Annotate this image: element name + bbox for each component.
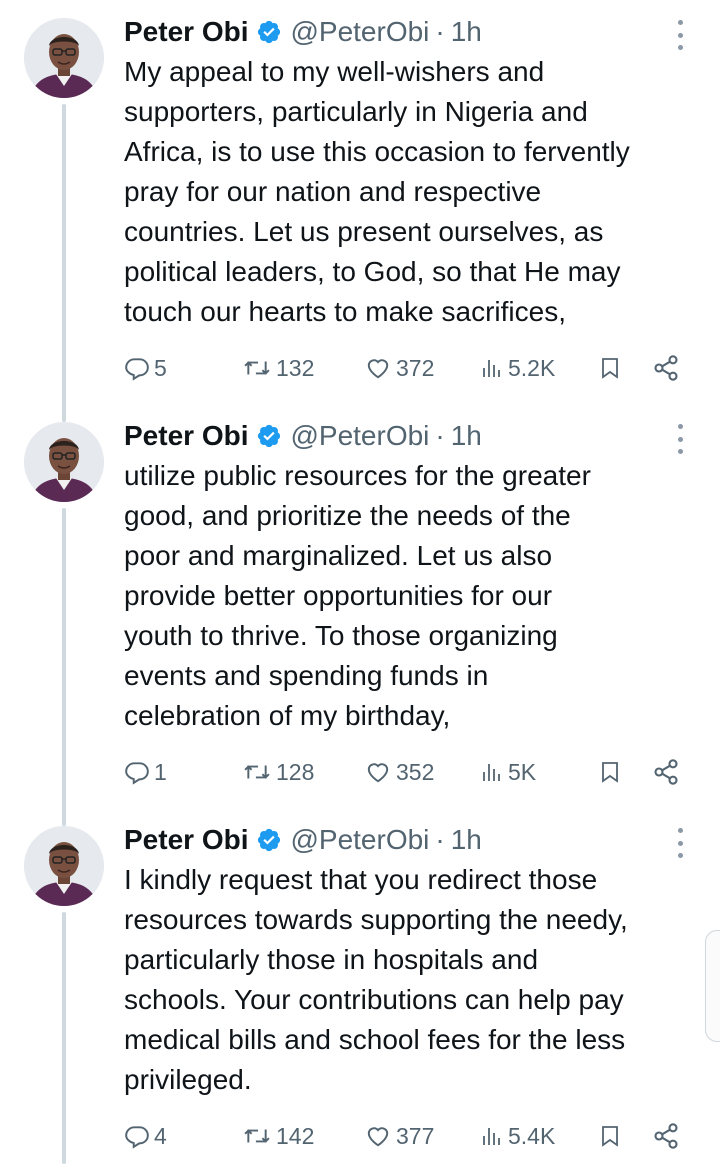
views-button[interactable]: 5K [480,752,536,792]
more-icon[interactable] [670,828,690,858]
views-icon [483,764,500,781]
reply-button[interactable]: 5 [124,348,167,388]
share-icon [654,355,678,381]
profile-photo-icon [24,826,104,906]
share-button[interactable] [652,752,684,792]
verified-badge-icon [256,19,282,45]
avatar[interactable] [24,826,104,906]
author-handle[interactable]: @PeterObi [290,420,429,452]
repost-count: 128 [276,758,315,785]
separator-dot: · [435,16,445,47]
bookmark-icon [602,762,618,783]
reply-icon [125,762,149,785]
repost-count: 132 [276,354,315,381]
verified-badge-icon [256,423,282,449]
reply-icon [125,1126,149,1149]
tweet-1[interactable]: Peter Obi @PeterObi · 1h My appeal to my… [0,12,720,412]
tweet-actions: 5 132 372 5.2K [124,348,684,388]
views-icon [483,1128,500,1145]
author-name[interactable]: Peter Obi [124,16,248,48]
tweet-3[interactable]: Peter Obi @PeterObi · 1h I kindly reques… [0,820,720,1164]
author-name[interactable]: Peter Obi [124,824,248,856]
bookmark-icon [602,1126,618,1147]
timestamp[interactable]: 1h [451,420,482,452]
separator-dot: · [435,824,445,855]
repost-icon [244,1129,270,1143]
views-icon [483,360,500,377]
share-icon [654,759,678,785]
share-button[interactable] [652,1116,684,1156]
tweet-header: Peter Obi @PeterObi · 1h [124,416,482,456]
avatar[interactable] [24,422,104,502]
bookmark-button[interactable] [598,1116,626,1156]
separator-dot: · [435,420,445,451]
like-count: 372 [396,354,435,381]
tweet-text: utilize public resources for the greater… [124,460,591,731]
reply-count: 4 [154,1122,167,1149]
reply-count: 5 [154,354,167,381]
reply-button[interactable]: 1 [124,752,167,792]
tweet-2[interactable]: Peter Obi @PeterObi · 1h utilize public … [0,416,720,816]
repost-button[interactable]: 128 [242,752,314,792]
scroll-handle[interactable] [705,930,720,1042]
more-icon[interactable] [670,424,690,454]
like-button[interactable]: 372 [364,348,434,388]
tweet-actions: 1 128 352 5K [124,752,684,792]
repost-button[interactable]: 132 [242,348,314,388]
tweet-text: My appeal to my well-wishers and support… [124,56,630,327]
repost-icon [244,765,270,779]
more-icon[interactable] [670,20,690,50]
profile-photo-icon [24,422,104,502]
timestamp[interactable]: 1h [451,824,482,856]
heart-icon [367,763,389,783]
share-button[interactable] [652,348,684,388]
share-icon [654,1123,678,1149]
tweet-header: Peter Obi @PeterObi · 1h [124,12,482,52]
author-name[interactable]: Peter Obi [124,420,248,452]
like-button[interactable]: 377 [364,1116,434,1156]
timestamp[interactable]: 1h [451,16,482,48]
reply-count: 1 [154,758,167,785]
views-count: 5K [508,758,537,785]
tweet-text: I kindly request that you redirect those… [124,864,628,1095]
bookmark-icon [602,358,618,379]
tweet-actions: 4 142 377 5.4K [124,1116,684,1156]
views-button[interactable]: 5.2K [480,348,555,388]
repost-icon [244,361,270,375]
verified-badge-icon [256,827,282,853]
author-handle[interactable]: @PeterObi [290,16,429,48]
like-button[interactable]: 352 [364,752,434,792]
bookmark-button[interactable] [598,752,626,792]
views-count: 5.2K [508,354,556,381]
author-handle[interactable]: @PeterObi [290,824,429,856]
heart-icon [367,1127,389,1147]
views-button[interactable]: 5.4K [480,1116,555,1156]
views-count: 5.4K [508,1122,556,1149]
repost-button[interactable]: 142 [242,1116,314,1156]
bookmark-button[interactable] [598,348,626,388]
repost-count: 142 [276,1122,315,1149]
like-count: 352 [396,758,435,785]
tweet-header: Peter Obi @PeterObi · 1h [124,820,482,860]
heart-icon [367,359,389,379]
reply-button[interactable]: 4 [124,1116,167,1156]
like-count: 377 [396,1122,435,1149]
reply-icon [125,358,149,381]
profile-photo-icon [24,18,104,98]
avatar[interactable] [24,18,104,98]
